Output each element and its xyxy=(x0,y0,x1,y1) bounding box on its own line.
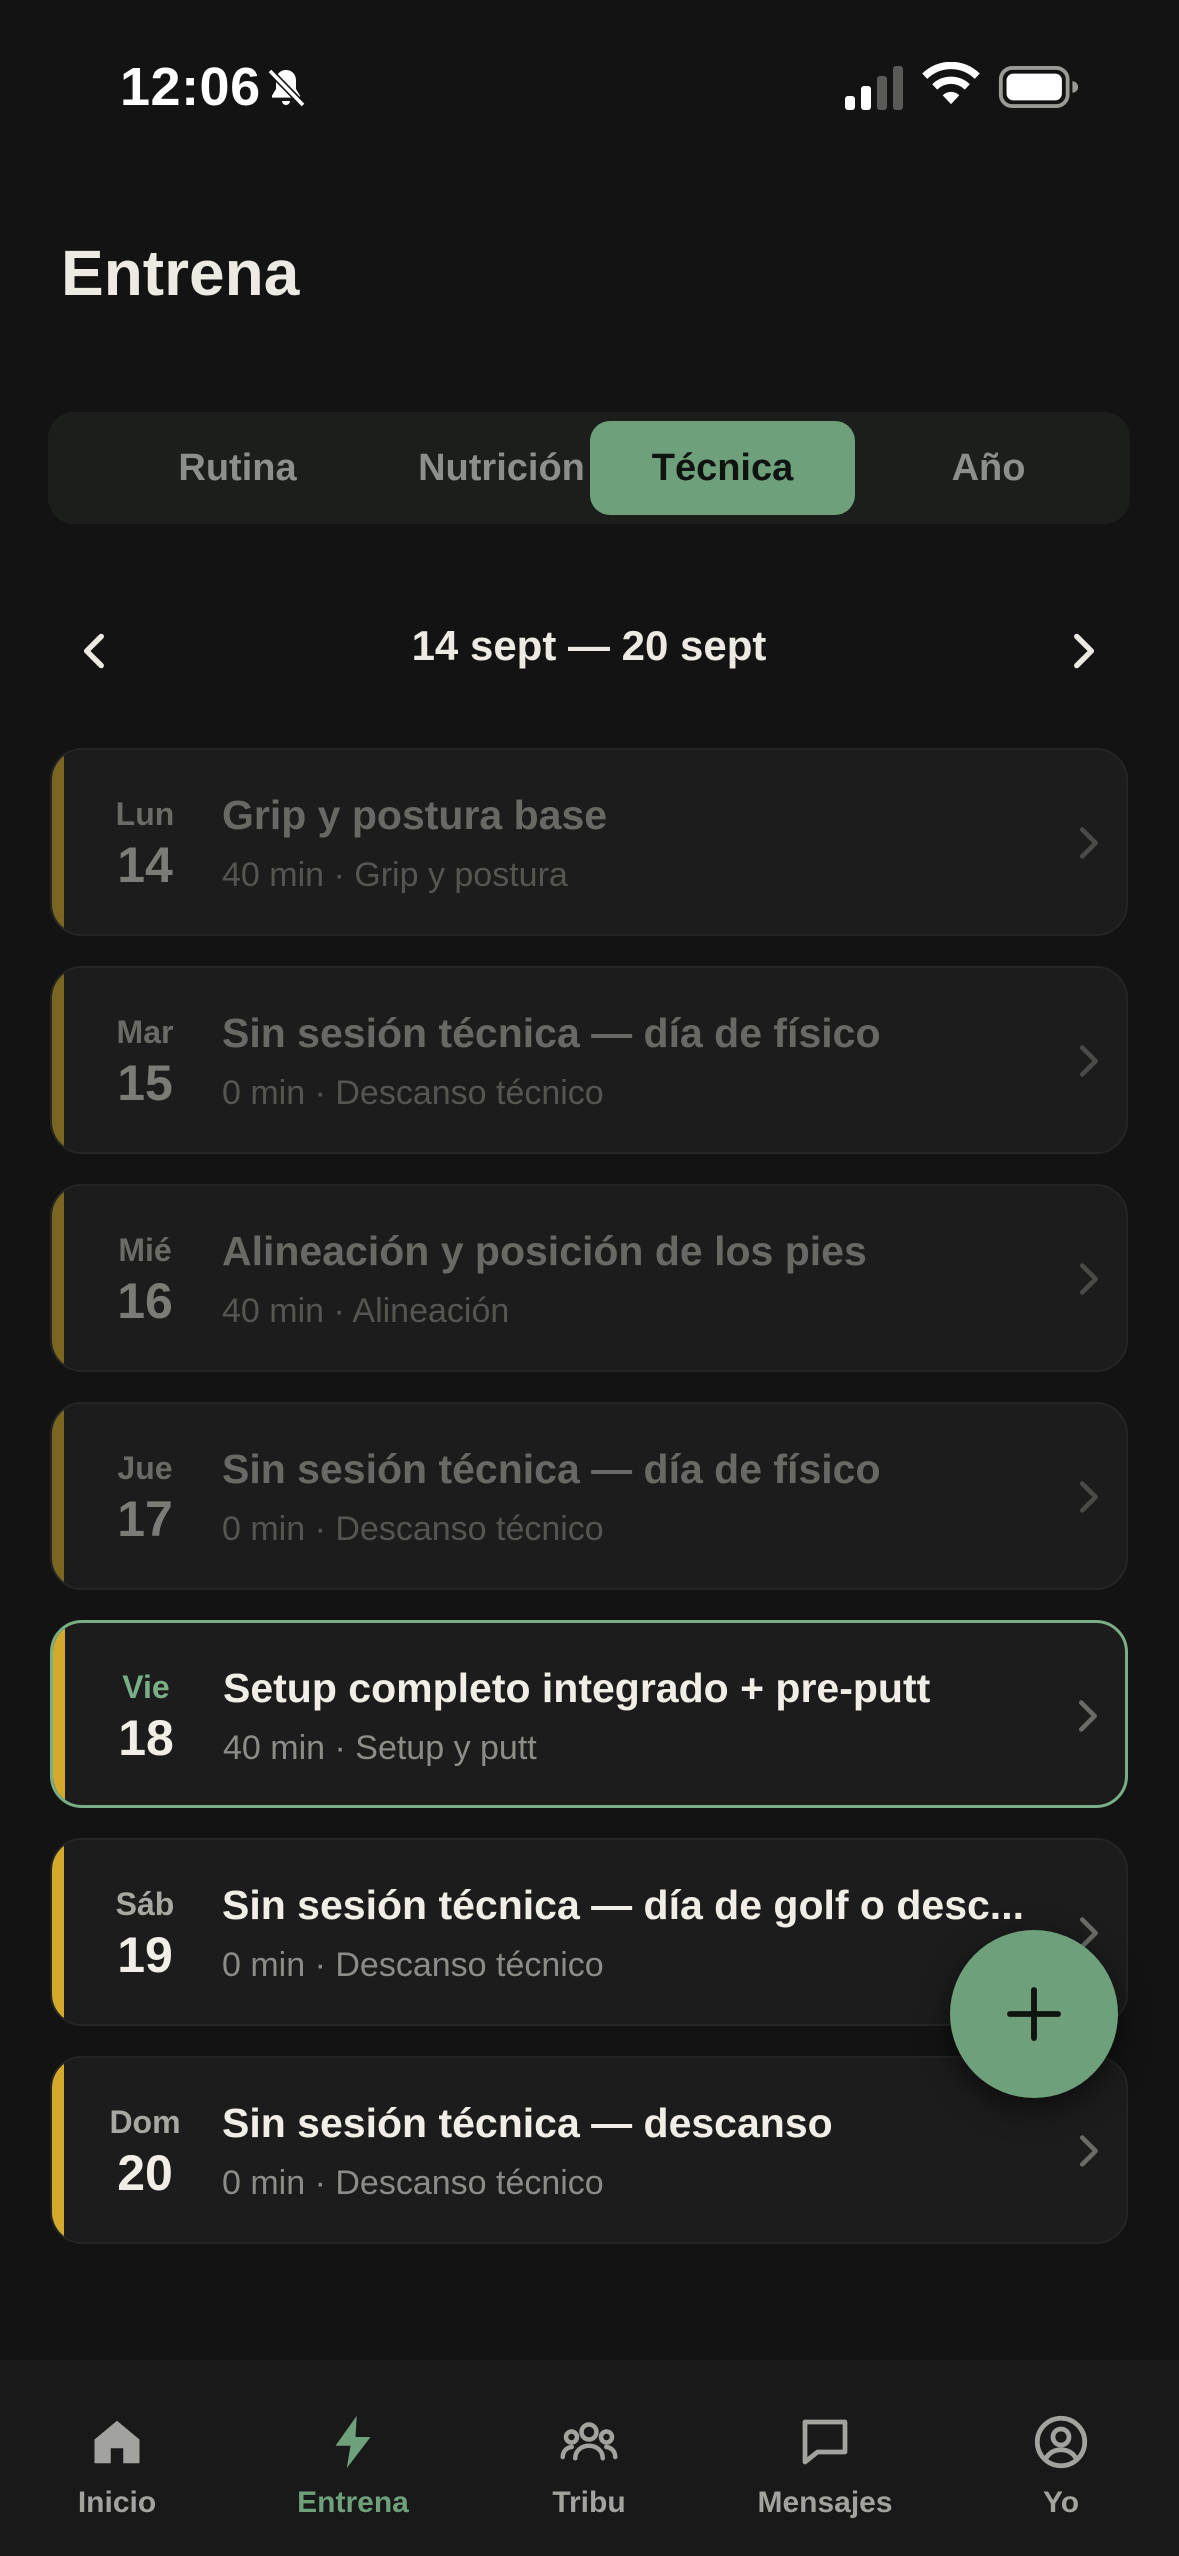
day-accent-bar xyxy=(53,1623,65,1805)
tab-ano[interactable]: Año xyxy=(856,421,1121,515)
week-navigator: 14 sept — 20 sept xyxy=(48,610,1130,690)
tab-inicio[interactable]: Inicio xyxy=(17,2412,217,2532)
session-title: Sin sesión técnica — día de golf o desc.… xyxy=(222,1882,1024,1928)
chevron-right-icon xyxy=(1079,827,1098,859)
day-accent-bar xyxy=(52,1840,64,2024)
plus-icon xyxy=(1007,1987,1061,2041)
day-number: 17 xyxy=(117,1491,173,1547)
chevron-right-icon[interactable] xyxy=(1058,626,1108,676)
day-abbr: Jue xyxy=(117,1450,173,1486)
session-subtitle: 0 min · Descanso técnico xyxy=(222,2164,604,2202)
day-accent-bar xyxy=(52,2058,64,2242)
tab-label: Mensajes xyxy=(757,2486,893,2519)
tab-tribu[interactable]: Tribu xyxy=(489,2412,689,2532)
session-subtitle: 40 min · Alineación xyxy=(222,1292,510,1330)
day-abbr: Lun xyxy=(115,796,175,832)
session-subtitle: 40 min · Setup y putt xyxy=(223,1729,537,1767)
week-range-label: 14 sept — 20 sept xyxy=(411,622,767,669)
session-title: Sin sesión técnica — día de físico xyxy=(222,1010,881,1056)
chat-bubble-icon xyxy=(802,2419,848,2465)
cellular-signal-icon xyxy=(845,66,903,110)
user-circle-icon xyxy=(1034,2415,1088,2469)
day-accent-bar xyxy=(52,968,64,1152)
day-card-mie[interactable]: Mié 16 Alineación y posición de los pies… xyxy=(50,1184,1128,1372)
page-title: Entrena xyxy=(61,237,300,309)
tab-entrena[interactable]: Entrena xyxy=(253,2412,453,2532)
day-card-vie[interactable]: Vie 18 Setup completo integrado + pre-pu… xyxy=(50,1620,1128,1808)
day-number: 20 xyxy=(117,2145,173,2201)
chevron-right-icon xyxy=(1078,1700,1097,1732)
tab-label: Entrena xyxy=(297,2486,409,2519)
chevron-right-icon xyxy=(1079,1481,1098,1513)
day-accent-bar xyxy=(52,1404,64,1588)
bell-off-icon xyxy=(267,68,306,108)
day-abbr: Mar xyxy=(116,1014,174,1050)
day-number: 16 xyxy=(117,1273,173,1329)
session-title: Sin sesión técnica — día de físico xyxy=(222,1446,881,1492)
day-card-lun[interactable]: Lun 14 Grip y postura base 40 min · Grip… xyxy=(50,748,1128,936)
tab-label: Yo xyxy=(1042,2486,1080,2519)
tab-rutina[interactable]: Rutina xyxy=(105,421,370,515)
day-number: 15 xyxy=(117,1055,173,1111)
day-abbr: Sáb xyxy=(115,1886,175,1922)
day-number: 19 xyxy=(117,1927,173,1983)
tab-label: Inicio xyxy=(77,2486,157,2519)
session-title: Sin sesión técnica — descanso xyxy=(222,2100,833,2146)
segmented-control: Rutina Nutrición Técnica Año xyxy=(48,412,1130,524)
day-card-jue[interactable]: Jue 17 Sin sesión técnica — día de físic… xyxy=(50,1402,1128,1590)
day-card-mar[interactable]: Mar 15 Sin sesión técnica — día de físic… xyxy=(50,966,1128,1154)
session-subtitle: 0 min · Descanso técnico xyxy=(222,1946,604,1984)
lightning-bolt-icon xyxy=(335,2415,371,2469)
day-accent-bar xyxy=(52,750,64,934)
day-card-dom[interactable]: Dom 20 Sin sesión técnica — descanso 0 m… xyxy=(50,2056,1128,2244)
session-subtitle: 40 min · Grip y postura xyxy=(222,856,568,894)
wifi-icon xyxy=(922,62,980,105)
session-title: Setup completo integrado + pre-putt xyxy=(223,1665,931,1711)
status-time: 12:06 xyxy=(120,57,261,117)
day-accent-bar xyxy=(52,1186,64,1370)
chevron-right-icon xyxy=(1079,1263,1098,1295)
day-number: 14 xyxy=(117,837,173,893)
chevron-right-icon xyxy=(1079,2135,1098,2167)
tab-tecnica[interactable]: Técnica xyxy=(590,421,855,515)
group-icon xyxy=(560,2422,618,2461)
tab-mensajes[interactable]: Mensajes xyxy=(725,2412,925,2532)
battery-icon xyxy=(998,66,1079,108)
bottom-tab-bar: Inicio Entrena Tribu Mensajes Yo xyxy=(0,2360,1179,2556)
day-abbr: Mié xyxy=(118,1232,172,1268)
session-title: Alineación y posición de los pies xyxy=(222,1228,867,1274)
day-abbr: Vie xyxy=(122,1669,170,1705)
session-subtitle: 0 min · Descanso técnico xyxy=(222,1074,604,1112)
add-session-button[interactable] xyxy=(950,1930,1118,2098)
day-number: 18 xyxy=(118,1710,174,1766)
session-subtitle: 0 min · Descanso técnico xyxy=(222,1510,604,1548)
tab-yo[interactable]: Yo xyxy=(961,2412,1161,2532)
day-abbr: Dom xyxy=(109,2104,181,2140)
chevron-right-icon xyxy=(1079,1045,1098,1077)
status-bar: 12:06 xyxy=(0,0,1179,170)
home-icon xyxy=(94,2420,140,2464)
session-title: Grip y postura base xyxy=(222,792,608,838)
tab-label: Tribu xyxy=(552,2486,626,2519)
